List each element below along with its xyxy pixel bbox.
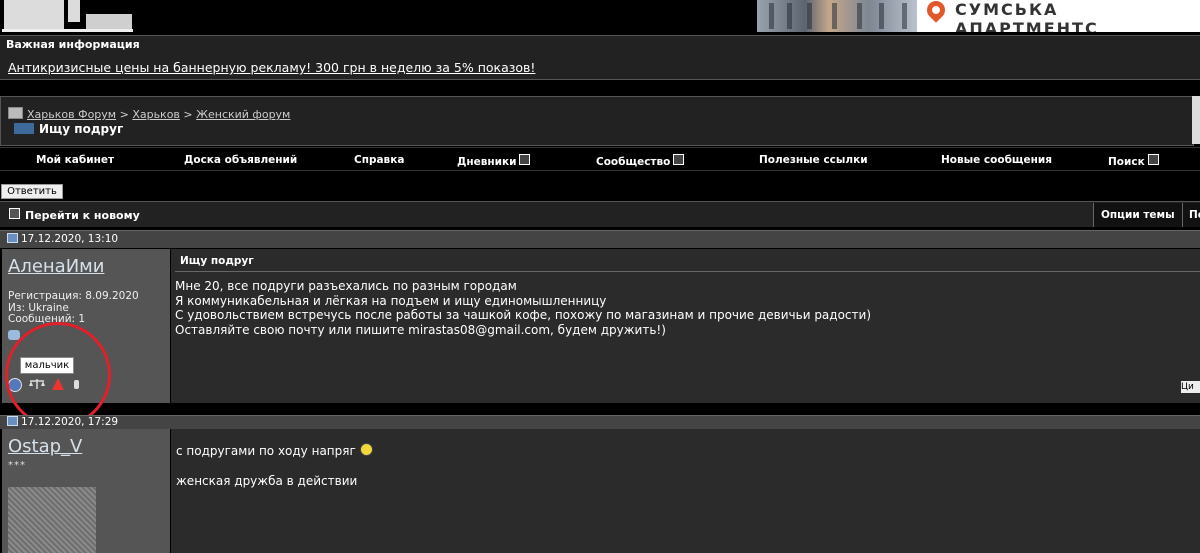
breadcrumb: Харьков Форум > Харьков > Женский форум — [8, 107, 290, 121]
post-line: с подругами по ходу напряг — [176, 444, 356, 458]
subject-divider — [175, 271, 1200, 272]
menu-useful-links[interactable]: Полезные ссылки — [759, 154, 868, 166]
navbar — [0, 96, 1194, 146]
goto-new-link[interactable]: Перейти к новому — [9, 208, 140, 222]
username-link[interactable]: АленаИми — [8, 256, 104, 277]
post-message: с подругами по ходу напряг женская дружб… — [176, 436, 373, 496]
dropdown-icon — [519, 154, 531, 165]
ad-title: СУМСЬКА АПАРТМЕНТС — [955, 0, 1099, 32]
menu-my-cabinet[interactable]: Мой кабинет — [36, 154, 114, 166]
menu-diaries-label: Дневники — [457, 156, 517, 168]
next-toolbar-button[interactable]: По — [1182, 203, 1200, 227]
highlight-circle — [5, 322, 111, 428]
ad-building-image — [757, 0, 917, 32]
breadcrumb-forum[interactable]: Харьков Форум — [27, 108, 116, 121]
post-line: женская дружба в действии — [176, 474, 358, 488]
menu-help[interactable]: Справка — [354, 154, 404, 166]
goto-new-icon — [9, 208, 20, 219]
thread-toolbar — [0, 201, 1200, 227]
menu-community-label: Сообщество — [596, 156, 671, 168]
post-date: 17.12.2020, 17:29 — [7, 416, 118, 428]
avatar[interactable] — [8, 487, 96, 553]
menu-search[interactable]: Поиск — [1108, 154, 1159, 168]
post-date-text: 17.12.2020, 17:29 — [21, 416, 119, 428]
post-message: Мне 20, все подруги разъехались по разны… — [175, 279, 871, 338]
quote-button[interactable]: Ци — [1181, 381, 1200, 393]
user-rank-stars: *** — [8, 460, 26, 471]
registration-date: Регистрация: 8.09.2020 — [8, 290, 139, 302]
menu-community[interactable]: Сообщество — [596, 154, 685, 168]
info-header — [0, 35, 1200, 56]
reply-button[interactable]: Ответить — [1, 184, 63, 199]
post-icon — [7, 233, 18, 243]
post-header — [0, 230, 1200, 248]
username-link[interactable]: Ostap_V — [8, 436, 82, 457]
page-title: Ищу подруг — [39, 122, 124, 136]
thread-title-row: Ищу подруг — [14, 122, 123, 136]
info-link[interactable]: Антикризисные цены на баннерную рекламу!… — [8, 60, 535, 75]
thread-arrow-icon — [14, 123, 34, 134]
breadcrumb-separator: > — [183, 108, 193, 121]
menu-classifieds[interactable]: Доска объявлений — [184, 154, 297, 166]
menu-search-label: Поиск — [1108, 156, 1145, 168]
goto-new-label: Перейти к новому — [25, 209, 140, 222]
main-menu: Мой кабинет Доска объявлений Справка Дне… — [0, 147, 1200, 171]
post-date: 17.12.2020, 13:10 — [7, 233, 118, 245]
dropdown-icon — [1147, 154, 1159, 165]
post-header — [0, 415, 1200, 429]
location-pin-icon — [923, 0, 949, 23]
ad-banner[interactable]: СУМСЬКА АПАРТМЕНТС — [757, 0, 1200, 32]
thread-options-button[interactable]: Опции темы — [1093, 203, 1182, 227]
site-logo[interactable] — [0, 0, 135, 33]
folder-icon — [8, 107, 23, 119]
thread-options-label: Опции темы — [1101, 209, 1175, 221]
menu-diaries[interactable]: Дневники — [457, 154, 531, 168]
user-meta: Регистрация: 8.09.2020 Из: Ukraine Сообщ… — [8, 290, 139, 326]
dropdown-icon — [673, 154, 685, 165]
post-date-text: 17.12.2020, 13:10 — [21, 233, 119, 245]
breadcrumb-separator: > — [119, 108, 129, 121]
navbar-side — [1192, 96, 1200, 144]
menu-new-posts[interactable]: Новые сообщения — [941, 154, 1052, 166]
next-toolbar-label: По — [1189, 209, 1200, 221]
post-subject: Ищу подруг — [180, 255, 254, 267]
breadcrumb-kharkiv[interactable]: Харьков — [132, 108, 180, 121]
post-icon — [7, 416, 18, 426]
breadcrumb-womens-forum[interactable]: Женский форум — [196, 108, 290, 121]
info-title: Важная информация — [6, 38, 140, 51]
smiley-icon — [359, 443, 373, 456]
